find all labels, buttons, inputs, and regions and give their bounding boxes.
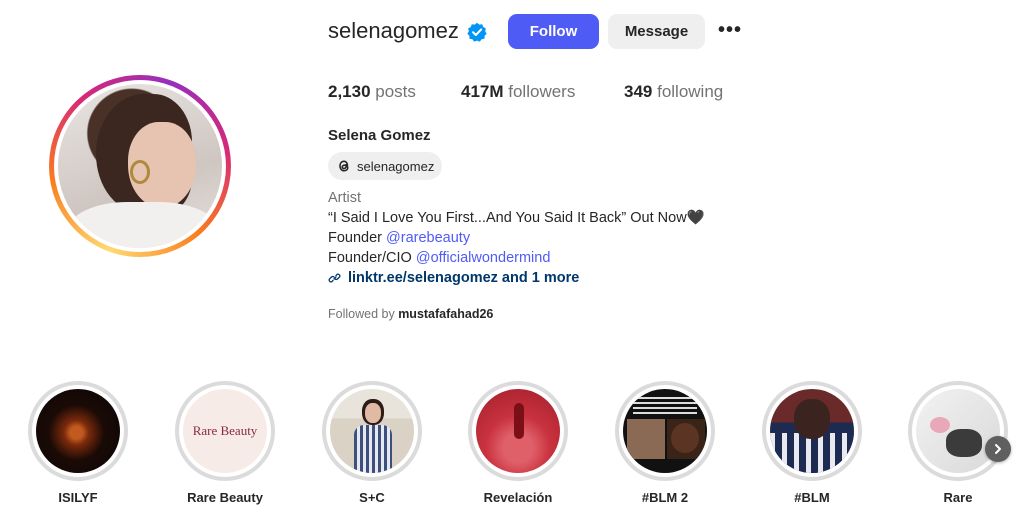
followers-count: 417M [461,82,504,101]
highlight-cover [916,389,1000,473]
following-count: 349 [624,82,653,101]
bio-category: Artist [328,190,362,206]
link-icon [328,273,341,283]
following-stat[interactable]: 349 following [624,82,723,102]
bio-cio: Founder/CIO @officialwondermind [328,250,551,266]
posts-count: 2,130 [328,82,371,101]
highlight-label: #BLM [794,490,830,505]
highlight-label: Rare [943,490,973,505]
highlight-cover [623,389,707,473]
bio-founder: Founder @rarebeauty [328,230,471,246]
followers-stat[interactable]: 417M followers [461,82,575,102]
following-label: following [652,82,724,101]
followed-by[interactable]: Followed by mustafafahad26 [328,307,493,321]
highlight-cover: Rare Beauty [183,389,267,473]
highlight-cover [476,389,560,473]
bio-line: “I Said I Love You First...And You Said … [328,210,705,226]
verified-badge-icon [467,22,487,42]
full-name: Selena Gomez [328,127,431,144]
external-link-row[interactable]: linktr.ee/selenagomez and 1 more [328,268,579,288]
highlight-label: ISILYF [58,490,98,505]
highlight-label: S+C [359,490,385,505]
follow-button[interactable]: Follow [508,14,599,49]
username: selenagomez [328,18,459,43]
followers-label: followers [503,82,576,101]
threads-badge[interactable]: selenagomez [328,152,442,180]
posts-label: posts [370,82,416,101]
posts-stat: 2,130 posts [328,82,416,102]
highlight-rare-beauty[interactable]: Rare Beauty [175,381,275,481]
profile-avatar[interactable] [49,75,231,257]
threads-handle: selenagomez [357,158,435,174]
message-button[interactable]: Message [608,14,705,49]
external-link[interactable]: linktr.ee/selenagomez and 1 more [348,268,579,288]
highlight-cover [36,389,120,473]
highlight-blm[interactable] [762,381,862,481]
highlight-cover [770,389,854,473]
threads-icon [339,160,349,172]
more-options-icon[interactable]: ••• [718,20,746,42]
wondermind-mention-link[interactable]: @officialwondermind [416,250,551,266]
chevron-right-icon[interactable] [985,436,1011,462]
followed-by-user: mustafafahad26 [398,307,494,321]
highlight-label: Revelación [483,490,553,505]
rarebeauty-mention-link[interactable]: @rarebeauty [386,230,470,246]
highlight-label: #BLM 2 [641,490,689,505]
highlight-blm-2[interactable] [615,381,715,481]
highlight-cover [330,389,414,473]
highlight-revelacion[interactable] [468,381,568,481]
highlight-s-c[interactable] [322,381,422,481]
highlight-isilyf[interactable] [28,381,128,481]
highlight-label: Rare Beauty [187,490,263,505]
highlight-rare[interactable] [908,381,1008,481]
avatar-photo [58,84,222,248]
